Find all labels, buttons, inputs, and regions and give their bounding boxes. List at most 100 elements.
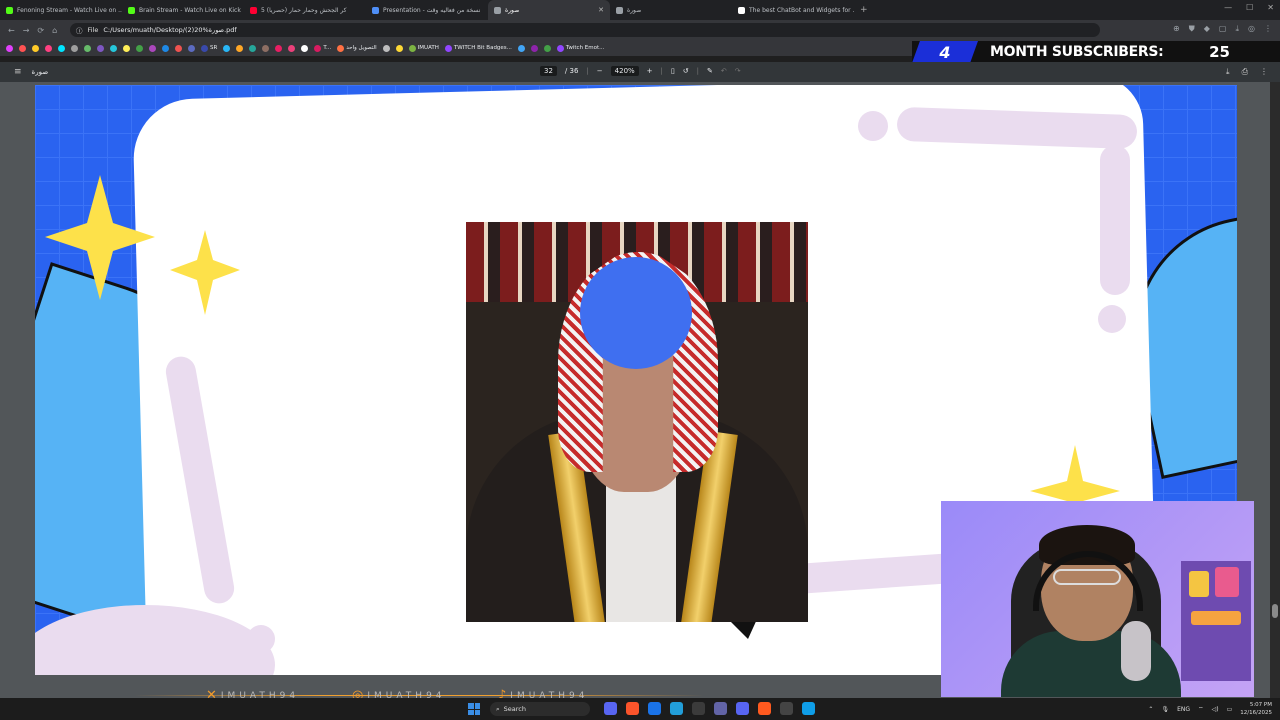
- bookmark-item[interactable]: [110, 44, 117, 52]
- extension-icon[interactable]: ◆: [1204, 24, 1210, 34]
- app-icon[interactable]: [714, 702, 727, 715]
- print-icon[interactable]: ⎙: [1242, 67, 1248, 77]
- obs-icon[interactable]: [758, 702, 771, 715]
- bookmark-item[interactable]: [382, 44, 390, 52]
- bookmark-item[interactable]: [71, 44, 78, 52]
- bookmark-item[interactable]: Twitch Emot...: [556, 44, 605, 52]
- system-tray: ⌃ 🎙 ENG ⌔ ◁) ▭ 5:07 PM 12/16/2025: [1148, 701, 1272, 717]
- bookmark-item[interactable]: [275, 44, 283, 52]
- wifi-icon[interactable]: ⌔: [1198, 705, 1204, 713]
- bookmark-item[interactable]: [517, 44, 525, 52]
- app-icon[interactable]: [802, 702, 815, 715]
- chat-icon[interactable]: ▢: [1219, 24, 1227, 34]
- chrome-icon[interactable]: [648, 702, 661, 715]
- browser-tab[interactable]: كر الجحش وحمار حمار (حصريا) 5: [244, 0, 366, 20]
- bookmark-item[interactable]: [45, 44, 52, 52]
- download-icon[interactable]: ⤓: [1235, 24, 1239, 34]
- zoom-icon[interactable]: ⊕: [1173, 24, 1180, 34]
- bookmark-item[interactable]: [97, 44, 104, 52]
- bookmark-item[interactable]: [543, 44, 551, 52]
- bookmark-item[interactable]: [530, 44, 538, 52]
- home-icon[interactable]: ⌂: [52, 26, 57, 35]
- maximize-icon[interactable]: ☐: [1246, 3, 1253, 12]
- telegram-icon[interactable]: [670, 702, 683, 715]
- discord-icon[interactable]: [604, 702, 617, 715]
- scrollbar[interactable]: [1270, 82, 1280, 698]
- taskbar-search[interactable]: ⌕ Search: [490, 702, 590, 716]
- close-window-icon[interactable]: ✕: [1267, 3, 1274, 12]
- rotate-icon[interactable]: ↺: [683, 67, 689, 75]
- bookmark-item[interactable]: التصويل واحد: [337, 44, 377, 52]
- forward-icon[interactable]: →: [23, 26, 30, 35]
- bookmark-item[interactable]: TWITCH Bit Badges...: [444, 44, 512, 52]
- bookmark-favicon-icon: [395, 44, 403, 52]
- bookmark-item[interactable]: [249, 44, 257, 52]
- undo-icon[interactable]: ↶: [721, 67, 727, 75]
- brave-icon[interactable]: [626, 702, 639, 715]
- zoom-out-icon[interactable]: −: [597, 67, 603, 75]
- tray-chevron-icon[interactable]: ⌃: [1148, 706, 1153, 713]
- bookmark-item[interactable]: [84, 44, 91, 52]
- bookmark-item[interactable]: [149, 44, 156, 52]
- zoom-input[interactable]: 420%: [610, 66, 639, 76]
- new-tab-button[interactable]: +: [860, 5, 868, 15]
- omnibox[interactable]: ⓘ File C:/Users/muath/Desktop/(2)20%صورة…: [70, 23, 1100, 37]
- browser-tab[interactable]: صورة: [610, 0, 732, 20]
- browser-tab[interactable]: صورة ✕: [488, 0, 610, 20]
- bookmark-item[interactable]: [58, 44, 65, 52]
- bookmark-favicon-icon: [110, 44, 117, 52]
- hamburger-icon[interactable]: ≡: [14, 67, 22, 77]
- mic-icon[interactable]: 🎙: [1161, 706, 1169, 713]
- bookmark-item[interactable]: [175, 44, 182, 52]
- windows-start-icon[interactable]: [468, 703, 480, 715]
- bookmark-item[interactable]: [395, 44, 403, 52]
- more-icon[interactable]: ⋮: [1260, 67, 1268, 77]
- browser-tab[interactable]: Brain Stream - Watch Live on Kick: [122, 0, 244, 20]
- pink-dot: [1098, 305, 1126, 333]
- fit-page-icon[interactable]: ▯: [671, 67, 675, 75]
- zoom-in-icon[interactable]: +: [647, 67, 653, 75]
- bookmark-item[interactable]: SR: [201, 44, 217, 52]
- close-tab-icon[interactable]: ✕: [598, 6, 604, 14]
- bookmark-favicon-icon: [249, 44, 257, 52]
- browser-tab[interactable]: The best ChatBot and Widgets for ...: [732, 0, 854, 20]
- bookmark-item[interactable]: [19, 44, 26, 52]
- download-pdf-icon[interactable]: ⤓: [1226, 67, 1230, 77]
- lang-indicator[interactable]: ENG: [1177, 706, 1190, 713]
- menu-icon[interactable]: ⋮: [1264, 24, 1272, 34]
- page-input[interactable]: 32: [540, 66, 557, 76]
- profile-icon[interactable]: ◎: [1248, 24, 1255, 34]
- bookmark-item[interactable]: [301, 44, 309, 52]
- back-icon[interactable]: ←: [8, 26, 15, 35]
- browser-tab[interactable]: Presentation - نسخة من فعاليه وقت: [366, 0, 488, 20]
- tab-title: كر الجحش وحمار حمار (حصريا) 5: [261, 6, 347, 14]
- bookmark-item[interactable]: [162, 44, 169, 52]
- app-icon[interactable]: [736, 702, 749, 715]
- scrollbar-thumb[interactable]: [1272, 604, 1278, 618]
- bookmark-label: Twitch Emot...: [565, 45, 605, 51]
- battery-icon[interactable]: ▭: [1227, 706, 1233, 713]
- bookmark-item[interactable]: [223, 44, 231, 52]
- bookmark-favicon-icon: [262, 44, 270, 52]
- bookmark-item[interactable]: [236, 44, 244, 52]
- bookmark-item[interactable]: [123, 44, 130, 52]
- bookmark-item[interactable]: T...: [314, 44, 331, 52]
- annotate-icon[interactable]: ✎: [707, 67, 713, 75]
- bookmark-item[interactable]: [188, 44, 195, 52]
- url-text[interactable]: C:/Users/muath/Desktop/(2)20%صورة.pdf: [103, 26, 236, 34]
- bookmark-item[interactable]: [32, 44, 39, 52]
- reload-icon[interactable]: ⟳: [37, 26, 44, 35]
- bookmark-item[interactable]: [288, 44, 296, 52]
- bookmark-item[interactable]: [136, 44, 143, 52]
- app-icon[interactable]: [780, 702, 793, 715]
- minimize-icon[interactable]: —: [1224, 3, 1232, 12]
- bookmark-item[interactable]: [6, 44, 13, 52]
- clock[interactable]: 5:07 PM 12/16/2025: [1240, 701, 1272, 717]
- browser-tab[interactable]: Fenoning Stream - Watch Live on ...: [0, 0, 122, 20]
- bookmark-item[interactable]: [262, 44, 270, 52]
- shield-icon[interactable]: ⛊: [1189, 24, 1195, 34]
- volume-icon[interactable]: ◁): [1212, 706, 1219, 713]
- redo-icon[interactable]: ↷: [735, 67, 741, 75]
- explorer-icon[interactable]: [692, 702, 705, 715]
- bookmark-item[interactable]: IMUATH: [408, 44, 439, 52]
